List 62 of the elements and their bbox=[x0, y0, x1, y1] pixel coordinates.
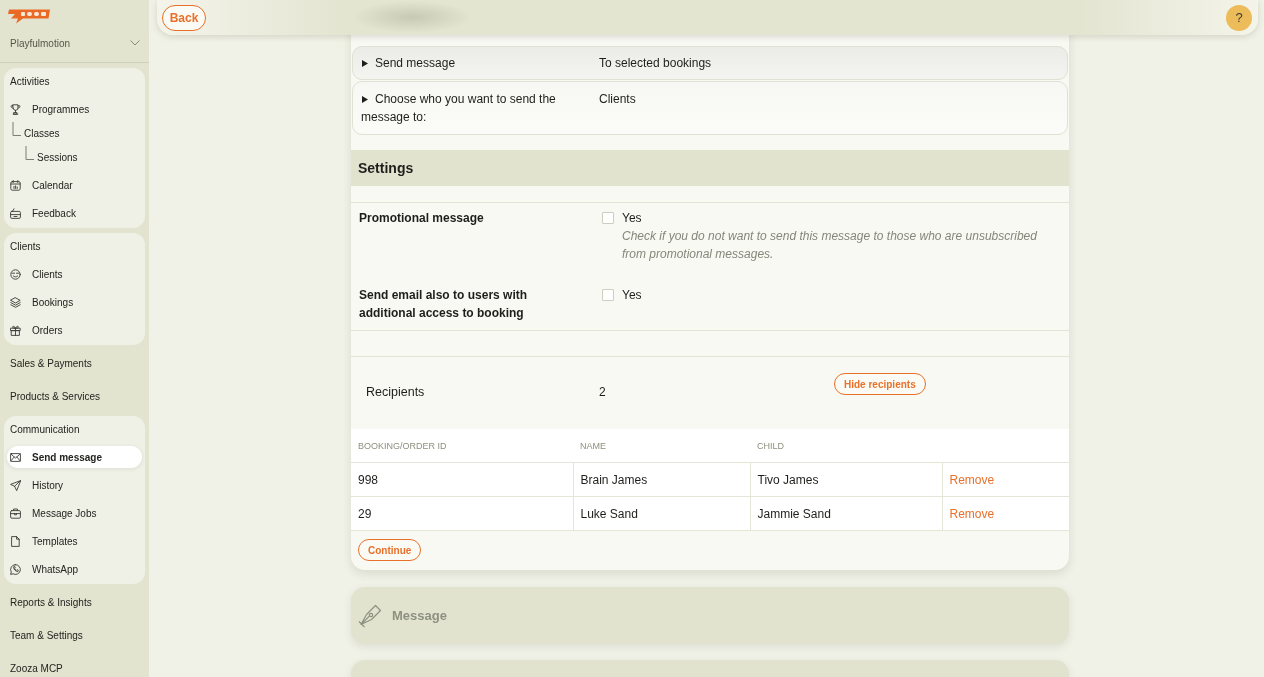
envelope-icon bbox=[10, 451, 21, 463]
document-icon bbox=[10, 535, 21, 547]
checkbox[interactable] bbox=[602, 212, 614, 224]
nav-item[interactable]: Templates bbox=[7, 530, 142, 552]
nav-item[interactable]: Message Jobs bbox=[7, 502, 142, 524]
summary-toggle[interactable]: Choose who you want to send the message to: bbox=[361, 90, 576, 126]
nav-section-link[interactable]: Team & Settings bbox=[10, 628, 83, 644]
setting-label: Promotional message bbox=[359, 210, 485, 227]
phone-bubble-icon bbox=[10, 563, 21, 575]
recipients-label: Recipients bbox=[366, 384, 426, 400]
summary-value: To selected bookings bbox=[599, 55, 712, 72]
nav-section-link[interactable]: Products & Services bbox=[10, 389, 101, 405]
section-title: Message bbox=[392, 608, 447, 623]
calendar-icon bbox=[10, 179, 21, 191]
table-cell: Jammie Sand bbox=[750, 496, 942, 531]
table-cell: 29 bbox=[351, 496, 573, 531]
checkbox-label: Yes bbox=[622, 287, 642, 304]
table-cell: Tivo James bbox=[750, 462, 942, 497]
help-button[interactable]: ? bbox=[1226, 4, 1252, 31]
table-cell: Brain James bbox=[573, 462, 750, 497]
nav-group-title: Communication bbox=[9, 423, 81, 437]
smiley-icon bbox=[10, 268, 21, 280]
nav-item[interactable]: Classes bbox=[7, 122, 142, 144]
trophy-icon bbox=[10, 103, 21, 115]
table-cell: 998 bbox=[351, 462, 573, 497]
checkbox[interactable] bbox=[602, 289, 614, 301]
column-header: CHILD bbox=[750, 429, 942, 463]
checkbox-label: Yes bbox=[622, 210, 642, 227]
nav-section-link[interactable]: Sales & Payments bbox=[10, 356, 92, 372]
column-header: BOOKING/ORDER ID bbox=[351, 429, 573, 463]
paper-plane-icon bbox=[10, 479, 21, 491]
briefcase-icon bbox=[10, 507, 21, 519]
nav-section-link[interactable]: Zooza MCP bbox=[10, 661, 63, 677]
account-switcher[interactable]: Playfulmotion bbox=[10, 36, 140, 50]
setting-label: Send email also to users with additional access to booking bbox=[359, 287, 529, 322]
nav-section-link[interactable]: Reports & Insights bbox=[10, 595, 92, 611]
nav-item[interactable]: Send message bbox=[7, 446, 142, 468]
nav-group-title: Activities bbox=[9, 75, 51, 89]
nav-group-title: Clients bbox=[9, 240, 42, 254]
tree-branch-icon bbox=[25, 146, 34, 161]
inbox-icon bbox=[10, 207, 21, 219]
tree-branch-icon bbox=[12, 122, 21, 137]
nav-item[interactable]: History bbox=[7, 474, 142, 496]
gift-icon bbox=[10, 324, 21, 336]
summary-toggle[interactable]: Send message bbox=[361, 54, 576, 72]
hint-text: Check if you do not want to send this message to those who are unsubscribed from promotional messages. bbox=[621, 228, 1038, 263]
logo-icon bbox=[8, 8, 50, 24]
nav-item[interactable]: Orders bbox=[7, 319, 142, 341]
chevron-down-icon bbox=[130, 40, 140, 46]
nav-item[interactable]: Calendar bbox=[7, 174, 142, 196]
nav-item[interactable]: Clients bbox=[7, 263, 142, 285]
nav-item[interactable]: WhatsApp bbox=[7, 558, 142, 580]
nav-item[interactable]: Programmes bbox=[7, 98, 142, 120]
nav-item[interactable]: Bookings bbox=[7, 291, 142, 313]
summary-value: Clients bbox=[599, 91, 636, 108]
recipients-count: 2 bbox=[599, 384, 607, 400]
nav-item[interactable]: Feedback bbox=[7, 202, 142, 224]
column-header: NAME bbox=[573, 429, 750, 463]
table-cell: Luke Sand bbox=[573, 496, 750, 531]
nav-item[interactable]: Sessions bbox=[7, 146, 142, 168]
settings-heading: Settings bbox=[351, 150, 1069, 186]
layers-icon bbox=[10, 296, 21, 308]
